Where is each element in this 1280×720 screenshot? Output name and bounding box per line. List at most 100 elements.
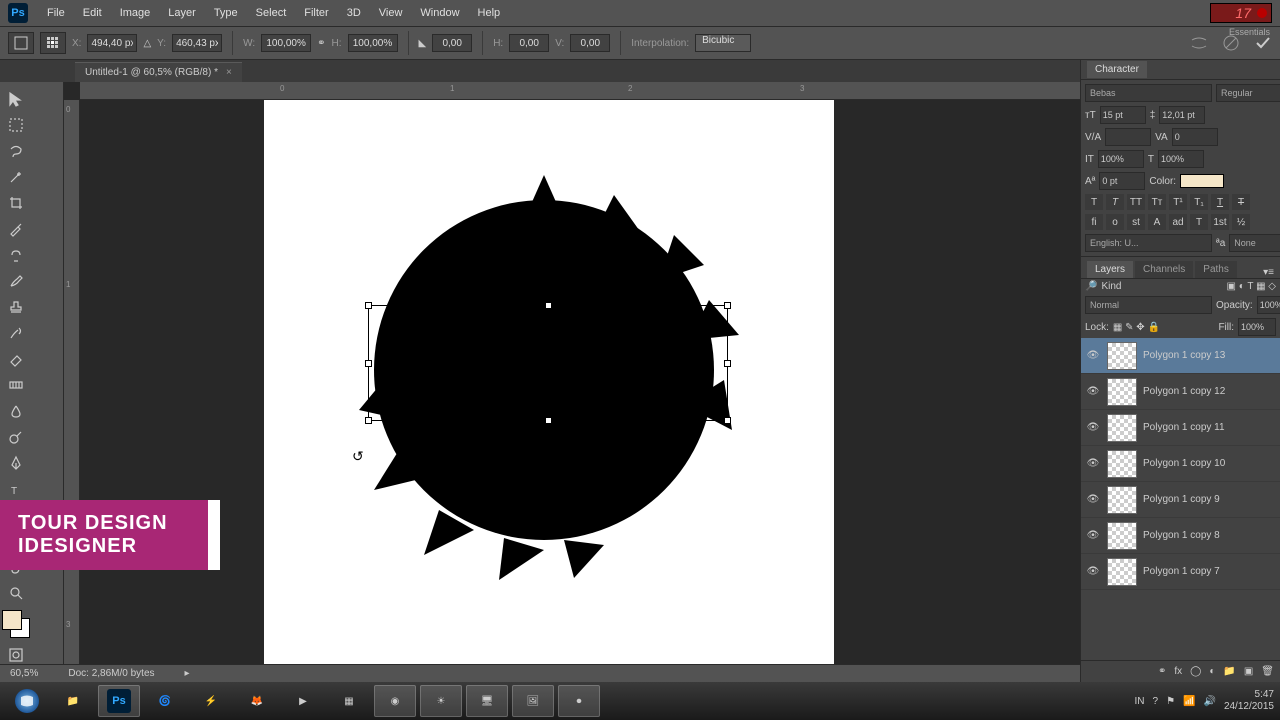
media-player-icon[interactable]: ▶	[282, 685, 324, 717]
ot-swash[interactable]: st	[1127, 214, 1145, 230]
transform-tool-icon[interactable]	[8, 32, 34, 54]
layer-item[interactable]: 👁Polygon 1 copy 12	[1081, 374, 1280, 410]
start-button[interactable]	[6, 685, 48, 717]
zoom-level[interactable]: 60,5%	[10, 668, 38, 679]
visibility-icon[interactable]: 👁	[1085, 530, 1101, 541]
menu-image[interactable]: Image	[111, 7, 160, 19]
swap-xy-icon[interactable]: △	[143, 38, 151, 49]
small-caps[interactable]: Tᴛ	[1148, 194, 1166, 210]
lock-buttons[interactable]: ▦ ✎ ✥ 🔒	[1113, 322, 1160, 333]
handle-ne[interactable]	[724, 302, 731, 309]
eyedropper-tool[interactable]	[2, 217, 30, 241]
blend-mode-select[interactable]	[1085, 296, 1212, 314]
transform-bounding-box[interactable]	[368, 305, 728, 421]
workspace-switcher[interactable]: Essentials	[1229, 27, 1270, 37]
menu-layer[interactable]: Layer	[159, 7, 205, 19]
superscript[interactable]: T¹	[1169, 194, 1187, 210]
menu-help[interactable]: Help	[469, 7, 510, 19]
layer-item[interactable]: 👁Polygon 1 copy 10	[1081, 446, 1280, 482]
system-clock[interactable]: 5:47 24/12/2015	[1224, 689, 1274, 713]
interpolation-select[interactable]: Bicubic	[695, 34, 751, 52]
filter-kind-icon[interactable]: 🔎	[1085, 281, 1097, 292]
lasso-tool[interactable]	[2, 139, 30, 163]
layer-item[interactable]: 👁Polygon 1 copy 11	[1081, 410, 1280, 446]
subscript[interactable]: T₁	[1190, 194, 1208, 210]
ot-fi[interactable]: fi	[1085, 214, 1103, 230]
tab-channels[interactable]: Channels	[1135, 261, 1193, 278]
explorer-icon[interactable]: 📁	[52, 685, 94, 717]
menu-filter[interactable]: Filter	[295, 7, 337, 19]
tracking-input[interactable]	[1172, 128, 1218, 146]
baseline-input[interactable]	[1099, 172, 1145, 190]
type-tool[interactable]: T	[2, 477, 30, 501]
marquee-tool[interactable]	[2, 113, 30, 137]
handle-sw[interactable]	[365, 417, 372, 424]
tab-paths[interactable]: Paths	[1195, 261, 1237, 278]
leading-input[interactable]	[1159, 106, 1205, 124]
tray-flag-icon[interactable]: ⚑	[1166, 696, 1175, 707]
all-caps[interactable]: TT	[1127, 194, 1145, 210]
color-swatches[interactable]	[2, 610, 30, 638]
antialias-select[interactable]	[1229, 234, 1280, 252]
healing-tool[interactable]	[2, 243, 30, 267]
menu-window[interactable]: Window	[411, 7, 468, 19]
document-tab[interactable]: Untitled-1 @ 60,5% (RGB/8) * ×	[75, 62, 242, 82]
handle-w[interactable]	[365, 360, 372, 367]
x-input[interactable]	[87, 34, 137, 52]
visibility-icon[interactable]: 👁	[1085, 494, 1101, 505]
new-layer-icon[interactable]: ▣	[1244, 666, 1253, 677]
eraser-tool[interactable]	[2, 347, 30, 371]
layer-item[interactable]: 👁Polygon 1 copy 8	[1081, 518, 1280, 554]
apps-grid-icon[interactable]: ▦	[328, 685, 370, 717]
tab-layers[interactable]: Layers	[1087, 261, 1133, 278]
vscale-input[interactable]	[1098, 150, 1144, 168]
canvas-area[interactable]: 0 1 2 3 0 1 3	[64, 82, 1080, 682]
app-icon-1[interactable]: 🌀	[144, 685, 186, 717]
tray-network-icon[interactable]: 📶	[1183, 696, 1195, 707]
tab-character[interactable]: Character	[1087, 61, 1147, 78]
opacity-input[interactable]	[1257, 296, 1280, 314]
menu-edit[interactable]: Edit	[74, 7, 111, 19]
rotation-input[interactable]	[432, 34, 472, 52]
doc-info[interactable]: Doc: 2,86M/0 bytes	[68, 668, 154, 679]
layers-list[interactable]: 👁Polygon 1 copy 13👁Polygon 1 copy 12👁Pol…	[1081, 338, 1280, 660]
ot-fractions[interactable]: 1st	[1211, 214, 1229, 230]
menu-type[interactable]: Type	[205, 7, 247, 19]
font-family-select[interactable]	[1085, 84, 1212, 102]
layer-thumbnail[interactable]	[1107, 522, 1137, 550]
faux-bold[interactable]: T	[1085, 194, 1103, 210]
menu-select[interactable]: Select	[247, 7, 296, 19]
layer-item[interactable]: 👁Polygon 1 copy 9	[1081, 482, 1280, 518]
w-input[interactable]	[261, 34, 311, 52]
layer-item[interactable]: 👁Polygon 1 copy 13	[1081, 338, 1280, 374]
app-icon-5[interactable]: 🖼	[512, 685, 554, 717]
visibility-icon[interactable]: 👁	[1085, 350, 1101, 361]
y-input[interactable]	[172, 34, 222, 52]
ot-ord[interactable]: o	[1106, 214, 1124, 230]
fx-icon[interactable]: fx	[1174, 666, 1182, 677]
mask-icon[interactable]: ◯	[1190, 666, 1201, 677]
layer-thumbnail[interactable]	[1107, 558, 1137, 586]
handle-e[interactable]	[724, 360, 731, 367]
firefox-icon[interactable]: 🦊	[236, 685, 278, 717]
handle-se[interactable]	[724, 417, 731, 424]
underline[interactable]: T	[1211, 194, 1229, 210]
transform-center-icon[interactable]	[545, 358, 557, 370]
menu-3d[interactable]: 3D	[338, 7, 370, 19]
move-tool[interactable]	[2, 87, 30, 111]
reference-point-icon[interactable]	[40, 32, 66, 54]
hscale-input[interactable]	[1158, 150, 1204, 168]
app-icon-3[interactable]: ☀	[420, 685, 462, 717]
ot-alt[interactable]: A	[1148, 214, 1166, 230]
link-wh-icon[interactable]: ⚭	[317, 38, 325, 49]
recorder-icon[interactable]: ⏺	[558, 685, 600, 717]
crop-tool[interactable]	[2, 191, 30, 215]
visibility-icon[interactable]: 👁	[1085, 386, 1101, 397]
h-input[interactable]	[348, 34, 398, 52]
handle-n[interactable]	[545, 302, 552, 309]
visibility-icon[interactable]: 👁	[1085, 422, 1101, 433]
vskew-input[interactable]	[570, 34, 610, 52]
app-icon-4[interactable]: 🖥	[466, 685, 508, 717]
layer-thumbnail[interactable]	[1107, 414, 1137, 442]
delete-layer-icon[interactable]: 🗑	[1261, 666, 1274, 677]
